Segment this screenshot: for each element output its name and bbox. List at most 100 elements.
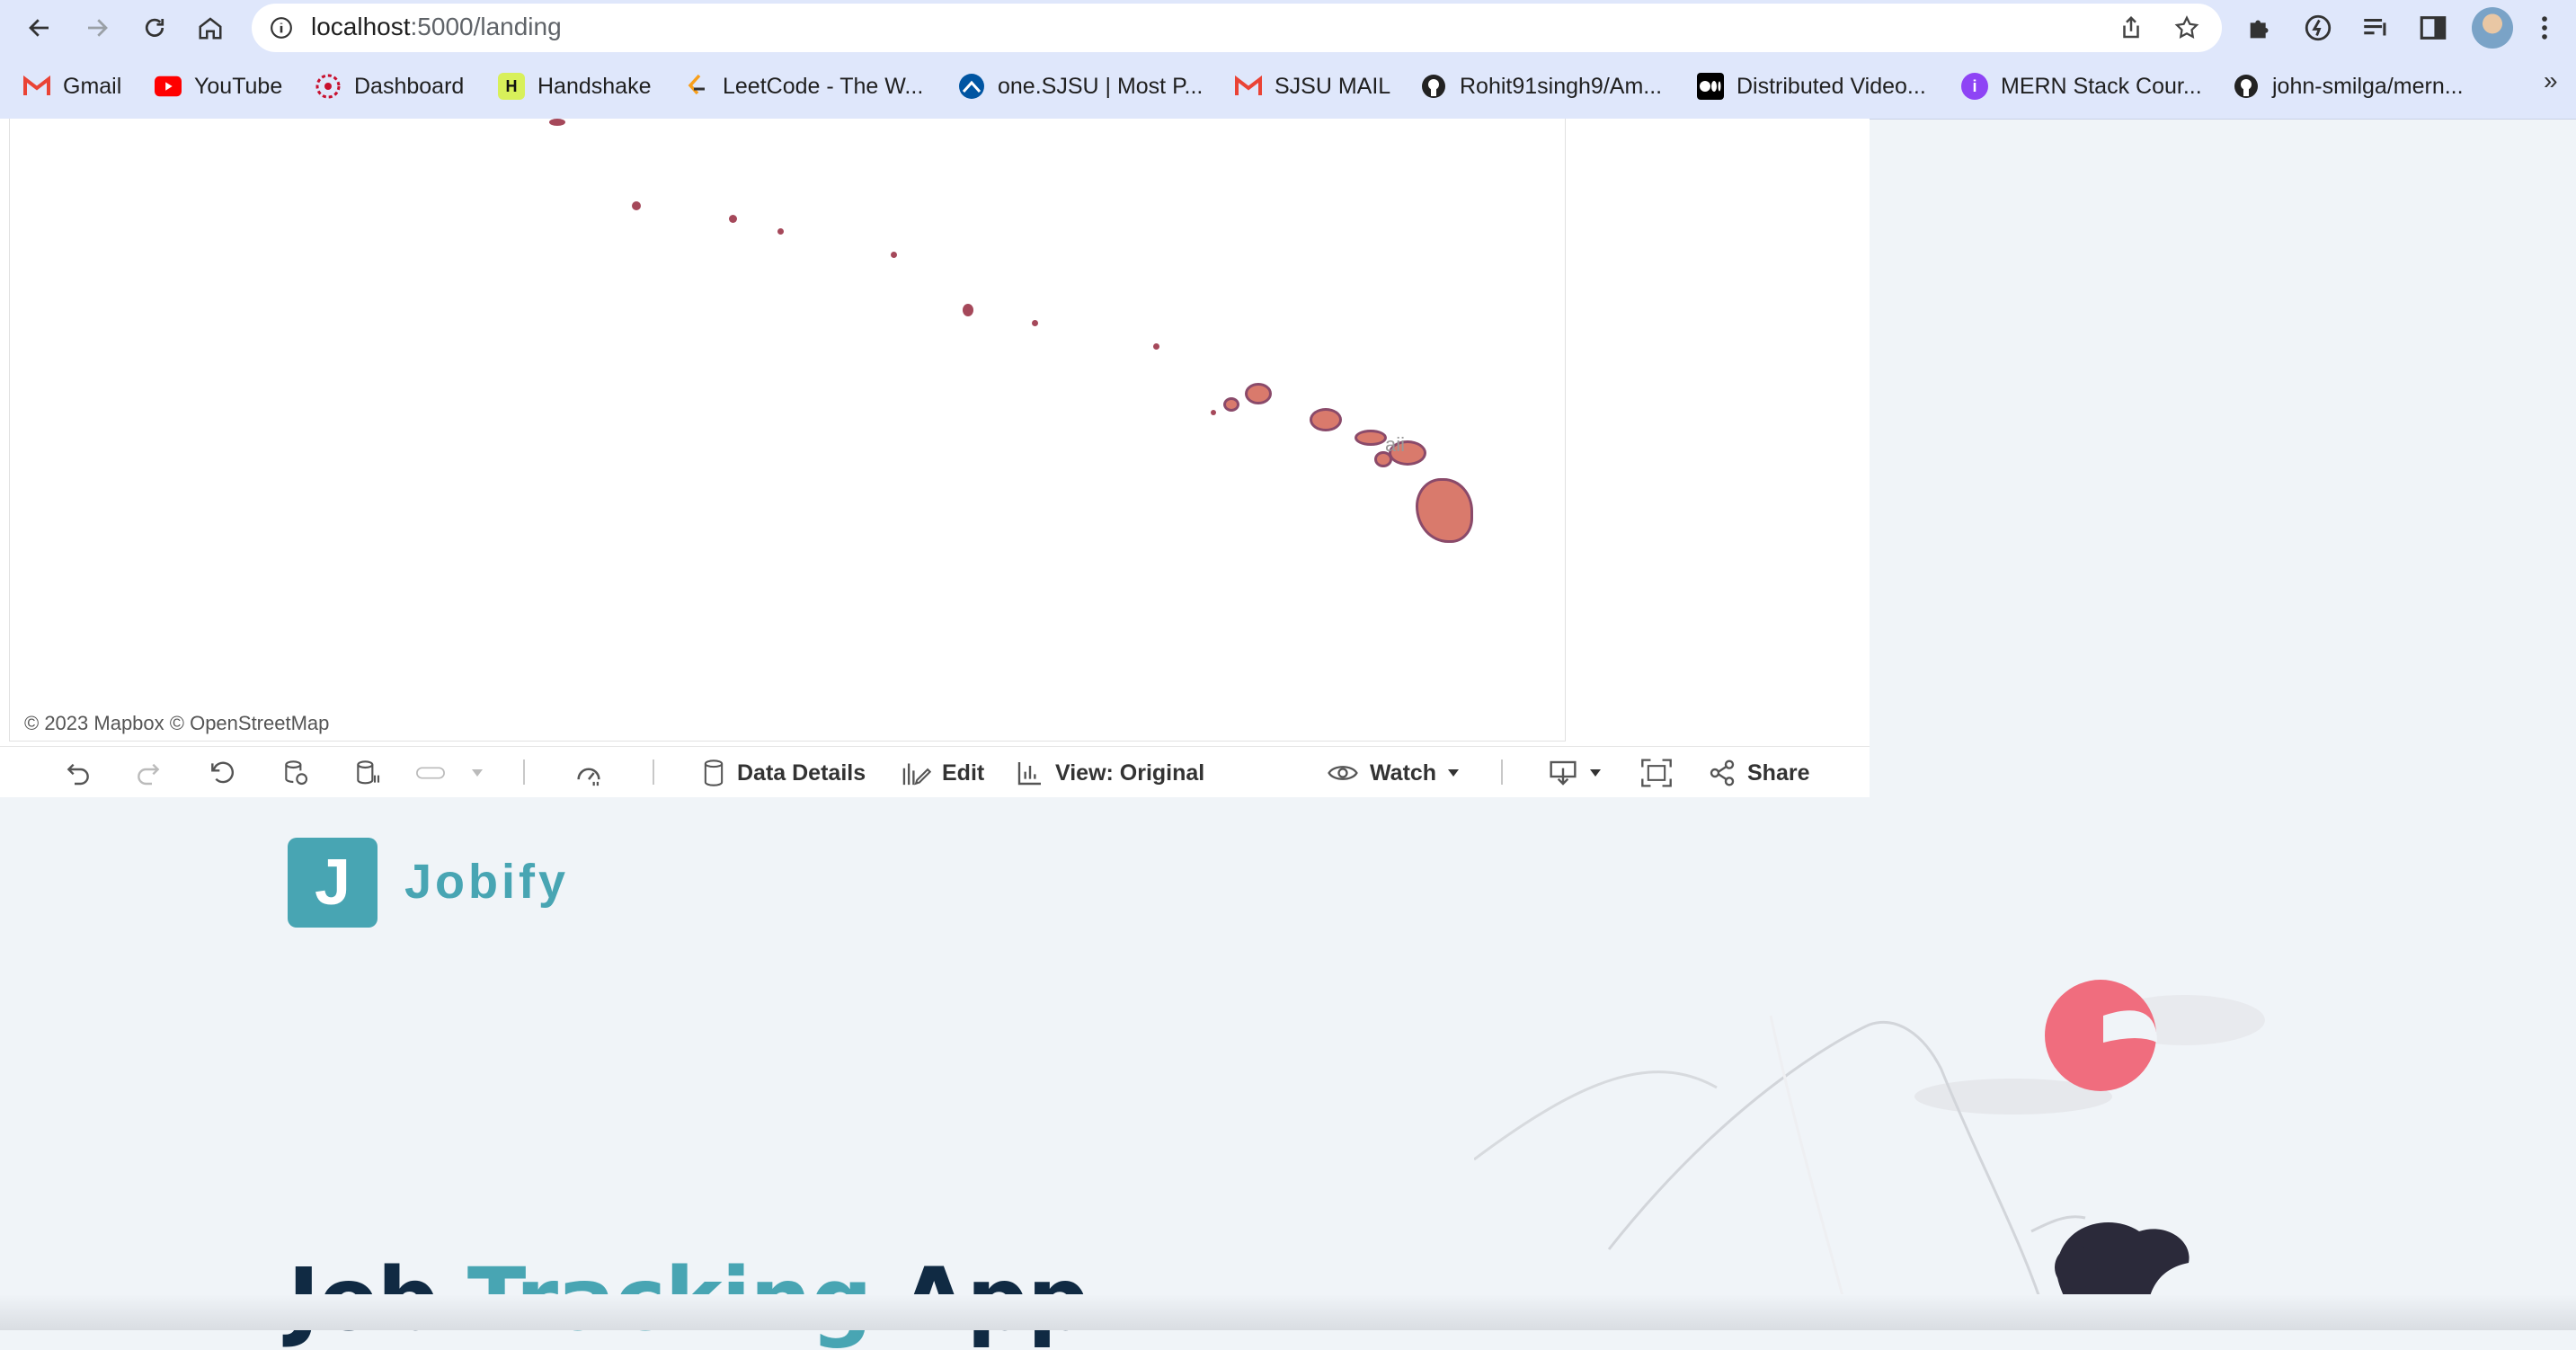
map-island <box>777 228 784 235</box>
toolbar-divider <box>523 759 525 785</box>
bookmark-label: SJSU MAIL <box>1275 73 1391 99</box>
bookmarks-bar: Gmail YouTube Dashboard H Handshake Leet… <box>0 56 2576 120</box>
sjsu-icon <box>958 73 985 100</box>
reading-list-icon[interactable] <box>2360 13 2391 43</box>
github-icon <box>2233 73 2260 100</box>
bookmark-star-icon[interactable] <box>2173 14 2200 41</box>
course-icon: i <box>1961 73 1988 100</box>
bookmarks-overflow-button[interactable]: » <box>2544 67 2558 95</box>
gmail-icon <box>1235 73 1262 100</box>
bookmark-youtube[interactable]: YouTube <box>155 68 282 104</box>
reload-icon <box>145 18 164 37</box>
database-icon <box>704 759 724 786</box>
share-page-icon[interactable] <box>2118 14 2145 41</box>
back-arrow-icon <box>29 19 49 37</box>
home-icon <box>199 17 222 40</box>
handshake-icon: H <box>498 73 525 100</box>
watch-button[interactable]: Watch <box>1327 756 1460 790</box>
share-icon <box>1710 759 1735 786</box>
github-icon <box>1420 73 1447 100</box>
map-island <box>1211 410 1216 415</box>
bookmark-label: Handshake <box>537 73 652 99</box>
gmail-icon <box>23 73 50 100</box>
address-bar[interactable]: localhost:5000/landing <box>252 4 2222 52</box>
redo-icon <box>138 763 160 786</box>
jobify-logo-text[interactable]: Jobify <box>404 854 569 910</box>
bookmark-github-smilga[interactable]: john-smilga/mern... <box>2233 68 2464 104</box>
medium-icon <box>1697 73 1724 100</box>
bookmark-handshake[interactable]: H Handshake <box>498 68 651 104</box>
map-island-hawaii <box>1416 478 1473 543</box>
map-island <box>1032 320 1038 326</box>
youtube-icon <box>155 73 182 100</box>
reload-button[interactable] <box>135 8 174 48</box>
speedometer-icon <box>577 768 600 786</box>
toggle-button[interactable] <box>415 758 446 788</box>
redo-button[interactable] <box>133 758 164 788</box>
map-attribution[interactable]: © 2023 Mapbox © OpenStreetMap <box>24 712 329 735</box>
more-menu-icon[interactable] <box>2529 13 2560 43</box>
chevron-down-icon <box>1590 769 1601 777</box>
revert-icon <box>211 761 234 784</box>
sun-icon <box>2045 980 2157 1091</box>
bookmark-mern-course[interactable]: i MERN Stack Cour... <box>1961 68 2202 104</box>
map-island <box>891 252 897 258</box>
refresh-data-button[interactable] <box>280 758 311 788</box>
url-text[interactable]: localhost:5000/landing <box>311 13 562 41</box>
undo-icon <box>67 763 89 786</box>
info-icon[interactable] <box>270 16 293 40</box>
fullscreen-button[interactable] <box>1641 758 1672 788</box>
toggle-dropdown[interactable] <box>462 758 493 788</box>
edit-button[interactable]: Edit <box>901 756 984 790</box>
data-details-label: Data Details <box>737 759 866 786</box>
map-region-label: aii <box>1385 433 1406 456</box>
view-original-button[interactable]: View: Original <box>1016 756 1204 790</box>
map-island <box>549 119 565 126</box>
back-button[interactable] <box>20 8 59 48</box>
edit-pencil-icon <box>902 763 931 786</box>
toolbar-divider <box>1501 759 1503 785</box>
map-island <box>1153 343 1159 350</box>
hawaii-map[interactable]: aii © 2023 Mapbox © OpenStreetMap <box>9 119 1566 742</box>
map-island <box>729 215 737 223</box>
bookmark-label: YouTube <box>194 73 283 99</box>
bookmark-label: one.SJSU | Most P... <box>998 73 1204 99</box>
download-icon <box>1550 760 1577 786</box>
bookmark-github-rohit[interactable]: Rohit91singh9/Am... <box>1420 68 1662 104</box>
bookmark-label: Rohit91singh9/Am... <box>1460 73 1663 99</box>
map-island-niihau <box>1223 397 1239 412</box>
bookmark-leetcode[interactable]: LeetCode - The W... <box>683 68 923 104</box>
bookmark-label: Dashboard <box>354 73 465 99</box>
browser-toolbar: localhost:5000/landing <box>0 0 2576 56</box>
bookmark-distributed-video[interactable]: Distributed Video... <box>1697 68 1926 104</box>
map-island-kauai <box>1245 383 1272 404</box>
metrics-button[interactable] <box>573 758 604 788</box>
bookmark-dashboard[interactable]: Dashboard <box>315 68 464 104</box>
map-viz-container: aii © 2023 Mapbox © OpenStreetMap Data D… <box>0 119 1870 797</box>
dashboard-icon <box>315 73 342 100</box>
bookmark-label: MERN Stack Cour... <box>2001 73 2202 99</box>
chevron-down-icon <box>1448 769 1460 777</box>
extensions-puzzle-icon[interactable] <box>2245 13 2276 43</box>
map-island <box>632 201 641 210</box>
side-panel-icon[interactable] <box>2418 13 2448 43</box>
download-button[interactable] <box>1548 756 1602 790</box>
jobify-logo-mark[interactable]: J <box>288 838 378 928</box>
profile-avatar[interactable] <box>2472 7 2513 49</box>
refresh-data-icon <box>285 760 308 786</box>
toggle-icon <box>416 767 445 779</box>
data-details-button[interactable]: Data Details <box>701 756 866 790</box>
revert-button[interactable] <box>207 758 237 788</box>
bookmark-one-sjsu[interactable]: one.SJSU | Most P... <box>958 68 1203 104</box>
bookmark-gmail[interactable]: Gmail <box>23 68 121 104</box>
bookmark-sjsu-mail[interactable]: SJSU MAIL <box>1235 68 1390 104</box>
map-island <box>963 304 973 316</box>
pause-updates-button[interactable] <box>352 758 383 788</box>
edit-label: Edit <box>942 759 985 786</box>
chevron-down-icon <box>472 769 483 777</box>
home-button[interactable] <box>191 8 230 48</box>
share-button[interactable]: Share <box>1708 756 1809 790</box>
performance-icon[interactable] <box>2303 13 2333 43</box>
forward-button[interactable] <box>77 8 117 48</box>
undo-button[interactable] <box>63 758 93 788</box>
